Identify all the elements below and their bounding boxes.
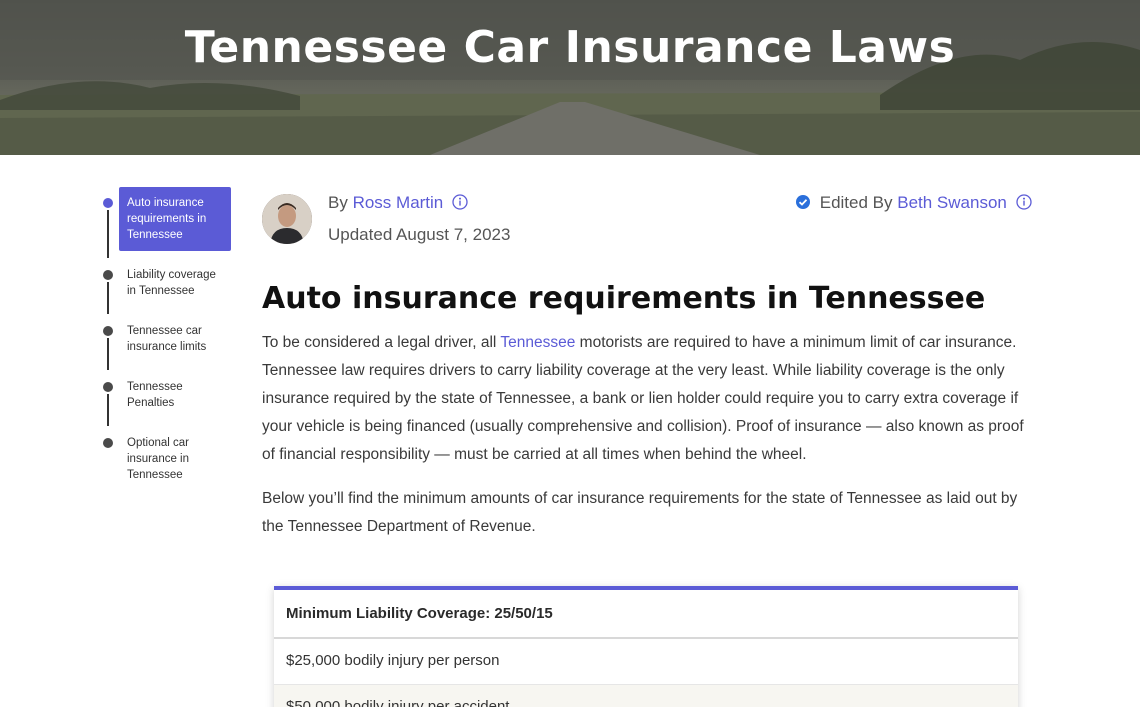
author-avatar[interactable] (262, 194, 312, 244)
second-paragraph: Below you’ll find the minimum amounts of… (262, 490, 1018, 535)
toc-connector (107, 394, 109, 426)
paragraph-text: motorists are required to have a minimum… (262, 334, 1024, 463)
toc-item-label: Optional car insurance in Tennessee (127, 437, 190, 481)
paragraph-text: To be considered a legal driver, all (262, 334, 501, 351)
toc-item-label: Tennessee Penalties (127, 381, 183, 409)
toc-connector (107, 282, 109, 314)
toc-item-label: Tennessee car insurance limits (127, 325, 207, 353)
toc-item-label: Liability coverage in Tennessee (127, 269, 216, 297)
toc-connector (107, 210, 109, 258)
coverage-table: Minimum Liability Coverage: 25/50/15 $25… (274, 586, 1018, 707)
info-icon[interactable] (452, 194, 468, 215)
byline-prefix: By (328, 193, 348, 212)
avatar-portrait (262, 194, 312, 244)
editor-prefix: Edited By (819, 193, 893, 212)
toc-dot (103, 270, 113, 280)
toc-connector (107, 338, 109, 370)
editor-byline: Edited By Beth Swanson (795, 193, 1032, 215)
toc-dot (103, 382, 113, 392)
page-title: Tennessee Car Insurance Laws (184, 22, 956, 73)
table-row: $50,000 bodily injury per accident (274, 685, 1018, 707)
toc-dot (103, 198, 113, 208)
table-row: $25,000 bodily injury per person (274, 639, 1018, 685)
hero-banner: Tennessee Car Insurance Laws (0, 0, 1140, 155)
info-icon[interactable] (1015, 194, 1032, 215)
editor-link[interactable]: Beth Swanson (897, 193, 1007, 212)
tennessee-link[interactable]: Tennessee (500, 334, 575, 351)
updated-date: Updated August 7, 2023 (328, 225, 511, 244)
byline: By Ross Martin (328, 193, 468, 215)
toc-item-label: Auto insurance requirements in Tennessee (119, 187, 231, 251)
author-link[interactable]: Ross Martin (353, 193, 444, 212)
toc-dot (103, 438, 113, 448)
toc-dot (103, 326, 113, 336)
table-header: Minimum Liability Coverage: 25/50/15 (274, 590, 1018, 639)
verified-check-icon (795, 194, 811, 215)
section-heading: Auto insurance requirements in Tennessee (262, 281, 986, 316)
intro-paragraph: To be considered a legal driver, all Ten… (262, 329, 1037, 469)
